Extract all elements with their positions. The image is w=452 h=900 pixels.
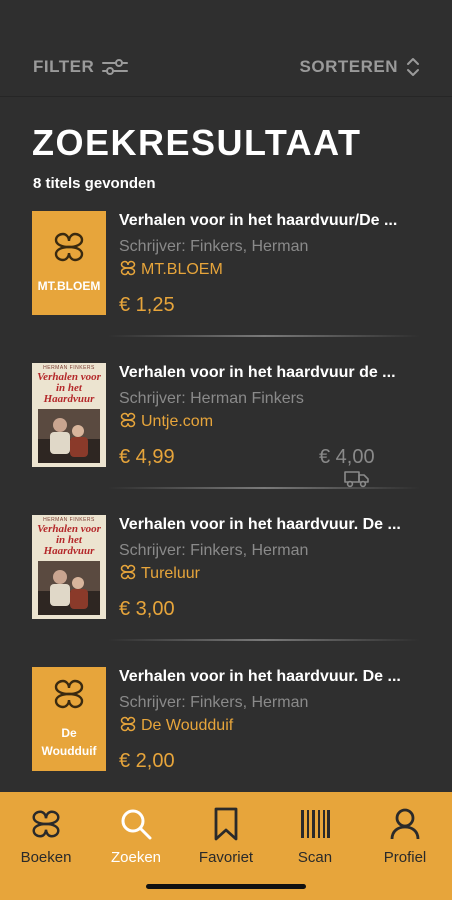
tab-label: Profiel — [383, 849, 427, 866]
item-title: Verhalen voor in het haardvuur de ... — [119, 364, 396, 381]
list-item[interactable]: De Woudduif Verhalen voor in het haardvu… — [0, 664, 452, 774]
divider — [108, 639, 420, 641]
list-item[interactable]: MT.BLOEM Verhalen voor in het haardvuur/… — [0, 208, 452, 318]
item-shop[interactable]: De Woudduif — [119, 716, 233, 736]
item-title: Verhalen voor in het haardvuur/De ... — [119, 212, 398, 229]
shop-cover: MT.BLOEM — [32, 211, 106, 315]
item-price: € 2,00 — [119, 750, 175, 772]
book-cover: HERMAN FINKERS Verhalen voor in het Haar… — [32, 363, 106, 467]
item-price: € 3,00 — [119, 598, 175, 620]
item-price: € 1,25 — [119, 294, 175, 316]
tab-label: Scan — [297, 849, 333, 866]
shop-cover: De Woudduif — [32, 667, 106, 771]
shop-name: Tureluur — [141, 565, 200, 582]
book-cover: HERMAN FINKERS Verhalen voor in het Haar… — [32, 515, 106, 619]
shop-name: Untje.com — [141, 413, 214, 430]
item-author: Schrijver: Finkers, Herman — [119, 238, 309, 255]
search-icon — [119, 806, 153, 842]
item-author: Schrijver: Herman Finkers — [119, 390, 304, 407]
chevron-up-down-icon — [406, 56, 420, 78]
list-item[interactable]: HERMAN FINKERS Verhalen voor in het Haar… — [0, 512, 452, 622]
filter-button[interactable]: FILTER — [33, 54, 129, 80]
cover-title: Verhalen voor in het Haardvuur — [37, 371, 101, 405]
tab-label: Favoriet — [198, 849, 254, 866]
filter-label: FILTER — [33, 57, 95, 76]
filter-icon — [102, 57, 129, 77]
item-title: Verhalen voor in het haardvuur. De ... — [119, 668, 401, 685]
home-indicator — [146, 884, 306, 889]
top-bar: FILTER SORTEREN — [0, 0, 452, 97]
tab-scan[interactable]: Scan — [280, 806, 350, 866]
tab-zoeken[interactable]: Zoeken — [101, 806, 171, 866]
shop-logo-icon — [51, 679, 87, 714]
item-author: Schrijver: Finkers, Herman — [119, 694, 309, 711]
cover-title: Verhalen voor in het Haardvuur — [37, 523, 101, 557]
shop-name: De Woudduif — [141, 717, 234, 734]
barcode-icon — [299, 806, 331, 842]
list-item[interactable]: HERMAN FINKERS Verhalen voor in het Haar… — [0, 360, 452, 470]
shop-logo-icon — [51, 232, 87, 267]
shop-logo-icon — [119, 412, 137, 433]
item-price: € 4,99 — [119, 446, 175, 468]
sort-label: SORTEREN — [299, 57, 398, 76]
item-shop[interactable]: Tureluur — [119, 564, 200, 584]
item-shop[interactable]: MT.BLOEM — [119, 260, 223, 280]
tab-label: Zoeken — [110, 849, 162, 866]
shop-logo-icon — [119, 564, 137, 585]
divider — [108, 335, 420, 337]
shop-logo-icon — [119, 260, 137, 281]
profile-icon — [389, 806, 421, 842]
tab-boeken[interactable]: Boeken — [11, 806, 81, 866]
tab-profiel[interactable]: Profiel — [370, 806, 440, 866]
result-count: 8 titels gevonden — [33, 175, 156, 192]
page-title: ZOEKRESULTAAT — [32, 122, 362, 163]
shipping-price: € 4,00 — [319, 446, 375, 468]
cover-shop-name: De Woudduif — [41, 725, 97, 758]
tab-label: Boeken — [20, 849, 72, 866]
cover-photo — [38, 409, 100, 463]
books-logo-icon — [29, 806, 63, 842]
item-shop[interactable]: Untje.com — [119, 412, 213, 432]
truck-icon — [344, 470, 370, 493]
cover-photo — [38, 561, 100, 615]
item-author: Schrijver: Finkers, Herman — [119, 542, 309, 559]
sort-button[interactable]: SORTEREN — [300, 54, 420, 80]
tab-favoriet[interactable]: Favoriet — [191, 806, 261, 866]
bookmark-icon — [213, 806, 239, 842]
cover-shop-name: MT.BLOEM — [37, 278, 101, 293]
shop-logo-icon — [119, 716, 137, 737]
shop-name: MT.BLOEM — [141, 261, 223, 278]
divider — [108, 487, 420, 489]
item-title: Verhalen voor in het haardvuur. De ... — [119, 516, 401, 533]
